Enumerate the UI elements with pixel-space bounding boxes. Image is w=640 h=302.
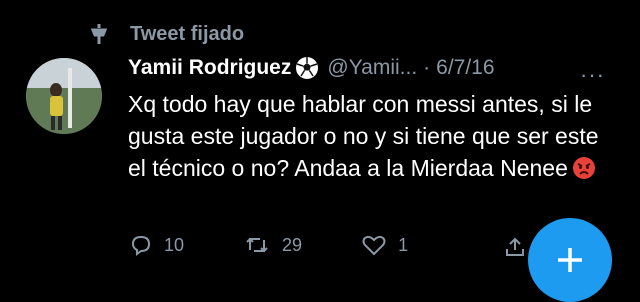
like-button[interactable]: 1 <box>362 234 408 256</box>
tweet-date[interactable]: 6/7/16 <box>436 56 494 80</box>
retweet-button[interactable]: 29 <box>244 234 302 256</box>
reply-icon <box>131 235 151 256</box>
heart-icon <box>362 235 386 256</box>
share-icon[interactable] <box>504 236 526 258</box>
pinned-label-row: Tweet fijado <box>88 22 244 46</box>
reply-count: 10 <box>164 234 185 255</box>
tweet-text: Xq todo hay que hablar con messi antes, … <box>128 88 618 184</box>
tweet-header: Yamii Rodriguez @Yamii... · 6/7/16 <box>128 56 628 80</box>
author-name[interactable]: Yamii Rodriguez <box>128 56 291 80</box>
author-handle[interactable]: @Yamii... <box>327 56 417 80</box>
tweet[interactable]: Yamii Rodriguez @Yamii... · 6/7/16 Xq to… <box>128 56 628 184</box>
tweet-text-content: Xq todo hay que hablar con messi antes, … <box>128 91 599 181</box>
tweet-actions: 10 29 1 <box>130 234 468 256</box>
pin-icon <box>90 24 108 44</box>
compose-button[interactable] <box>528 218 612 302</box>
pinned-label: Tweet fijado <box>130 22 245 45</box>
more-options-icon[interactable]: ··· <box>580 62 605 88</box>
header-separator: · <box>423 56 431 79</box>
avatar[interactable] <box>26 58 102 134</box>
reply-button[interactable]: 10 <box>130 234 184 256</box>
like-count: 1 <box>398 234 409 255</box>
soccer-ball-icon <box>296 57 319 79</box>
plus-icon <box>558 248 582 272</box>
retweet-icon <box>246 237 268 253</box>
angry-face-icon <box>572 157 595 179</box>
retweet-count: 29 <box>282 234 303 255</box>
